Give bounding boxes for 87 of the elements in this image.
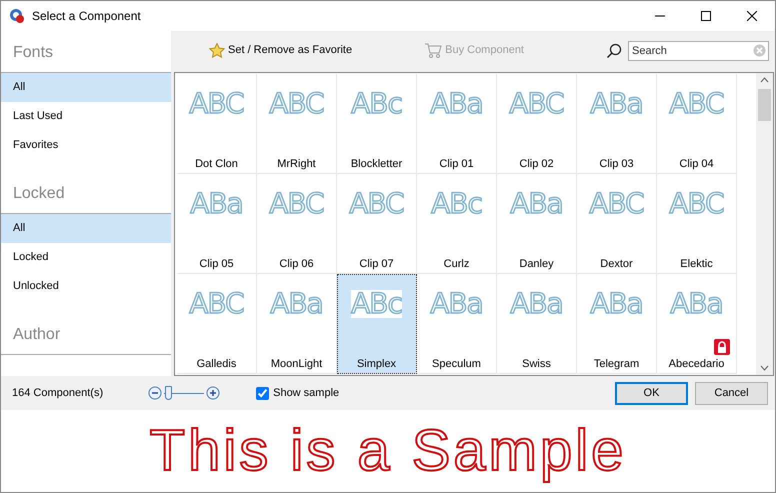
font-preview: ABa [670,290,723,318]
component-name: Galledis [196,356,236,372]
component-tile[interactable]: ABa Clip 03 [577,74,657,174]
search-field[interactable]: Search [628,40,769,60]
component-name: Elektic [680,256,713,272]
component-tile[interactable]: ABC Dextor [577,174,657,274]
component-tile[interactable]: ABa Abecedario [657,274,737,374]
font-preview: ABC [189,290,244,318]
zoom-in-icon[interactable] [206,386,220,400]
sidebar-item[interactable]: Unlocked [1,272,171,301]
set-favorite-button[interactable]: Set / Remove as Favorite [205,40,356,61]
scrollbar[interactable] [756,73,773,375]
font-preview: ABa [430,290,483,318]
component-tile[interactable]: ABa Speculum [417,274,497,374]
component-tile[interactable]: ABc Simplex [337,274,417,374]
component-name: Clip 03 [599,156,634,172]
show-sample-checkbox[interactable] [256,386,270,400]
font-preview: ABC [669,190,724,218]
component-tile[interactable]: ABC Elektic [657,174,737,274]
component-tile[interactable]: ABa Clip 01 [417,74,497,174]
font-preview: ABC [349,190,404,218]
component-name: Abecedario [668,356,724,372]
component-tile[interactable]: ABc Curlz [417,174,497,274]
font-preview: ABa [430,90,483,118]
sample-text: This is a Sample [148,417,628,486]
component-name: Simplex [356,356,396,372]
component-tile[interactable]: ABC Dot Clon [177,74,257,174]
component-name: Clip 02 [519,156,554,172]
font-preview: ABC [669,90,724,118]
component-name: Dextor [600,256,633,272]
component-tile[interactable]: ABc Blockletter [337,74,417,174]
component-tile[interactable]: ABC Clip 06 [257,174,337,274]
component-tile[interactable]: ABa Swiss [497,274,577,374]
sidebar-item[interactable]: Favorites [1,131,171,160]
font-preview: ABC [509,90,564,118]
app-icon [9,8,25,24]
component-name: Speculum [432,356,481,372]
component-count: 164 Component(s) [12,386,104,401]
zoom-out-icon[interactable] [148,386,162,400]
close-icon[interactable] [747,11,757,21]
font-preview: ABa [270,290,323,318]
font-preview: ABa [510,290,563,318]
component-name: Clip 01 [439,156,474,172]
font-preview: ABa [590,90,643,118]
font-preview: ABC [589,190,644,218]
window-title: Select a Component [32,8,141,25]
component-name: Swiss [522,356,551,372]
component-name: Clip 07 [359,256,394,272]
sidebar-item[interactable]: Last Used [1,102,171,131]
font-preview: ABa [590,290,643,318]
component-tile[interactable]: ABa Telegram [577,274,657,374]
component-tile[interactable]: ABa Danley [497,174,577,274]
cart-icon [424,43,442,58]
component-name: MoonLight [270,356,322,372]
component-name: Clip 06 [279,256,314,272]
component-tile[interactable]: ABC Clip 04 [657,74,737,174]
component-name: Clip 05 [199,256,234,272]
component-name: Telegram [594,356,640,372]
show-sample-label: Show sample [273,386,340,401]
dialog-button[interactable]: OK [615,382,688,404]
maximize-icon[interactable] [701,11,711,21]
sidebar-item[interactable]: All [1,73,171,102]
component-tile[interactable]: ABC MrRight [257,74,337,174]
component-name: Danley [519,256,554,272]
dialog-button[interactable]: Cancel [695,382,768,404]
component-name: MrRight [277,156,316,172]
component-name: Curlz [444,256,470,272]
component-tile[interactable]: ABC Galledis [177,274,257,374]
component-tile[interactable]: ABa Clip 05 [177,174,257,274]
font-preview: ABc [351,290,402,318]
component-tile[interactable]: ABC Clip 02 [497,74,577,174]
font-preview: ABa [510,190,563,218]
search-icon [606,42,622,58]
font-preview: ABa [190,190,243,218]
scroll-thumb[interactable] [758,89,771,121]
font-preview: ABC [269,190,324,218]
font-preview: ABc [431,190,482,218]
component-name: Dot Clon [195,156,238,172]
sidebar-item[interactable]: All [1,214,171,243]
font-preview: ABC [189,90,244,118]
sidebar-item[interactable]: Locked [1,243,171,272]
font-preview: ABC [269,90,324,118]
component-name: Clip 04 [679,156,714,172]
star-icon [209,43,225,58]
zoom-slider[interactable] [164,386,204,400]
font-preview: ABc [351,90,402,118]
component-name: Blockletter [350,156,402,172]
